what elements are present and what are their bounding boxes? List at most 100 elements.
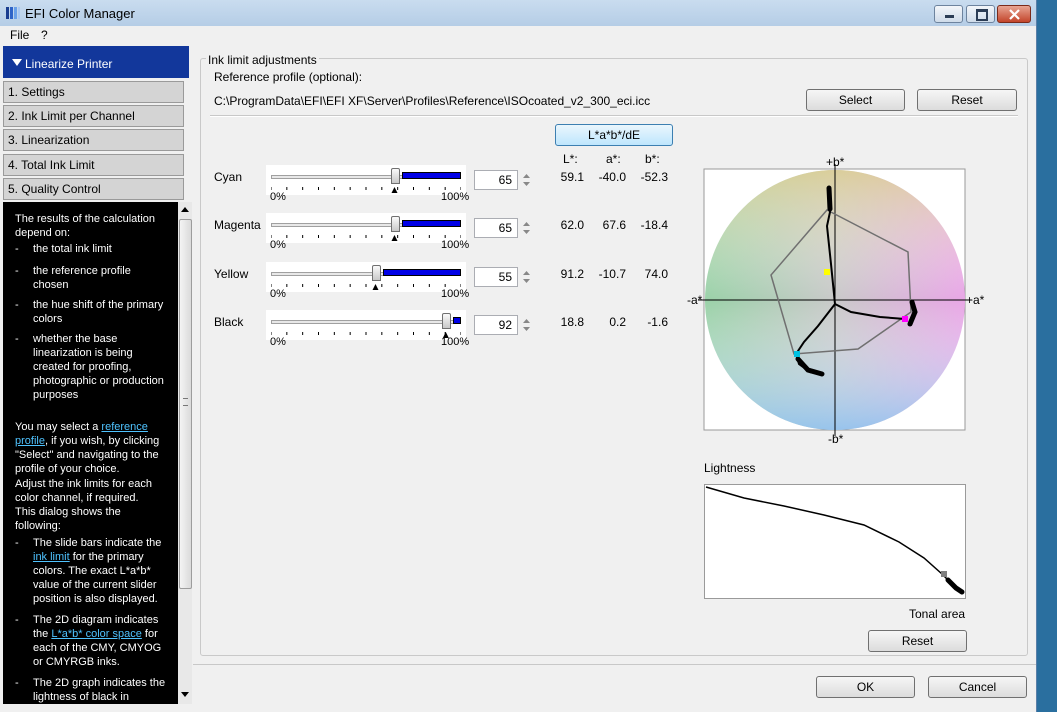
nav-item-total-ink-limit[interactable]: 4. Total Ink Limit	[3, 154, 184, 176]
cyan-a-value: -40.0	[598, 170, 626, 184]
slider-black[interactable]	[266, 310, 466, 340]
magenta-a-value: 67.6	[602, 218, 626, 232]
column-header-b: b*:	[645, 152, 660, 166]
maximize-icon	[976, 9, 988, 21]
slider-thumb[interactable]	[390, 168, 400, 184]
app-icon	[6, 7, 20, 19]
magenta-l-value: 62.0	[560, 218, 584, 232]
channel-label-magenta: Magenta	[214, 218, 261, 232]
minus-b-label: -b*	[828, 432, 844, 446]
black-value-input[interactable]: 92	[474, 315, 518, 335]
nav-item-label: 2. Ink Limit per Channel	[8, 109, 135, 123]
cyan-value-input[interactable]: 65	[474, 170, 518, 190]
maximize-button[interactable]	[966, 5, 995, 23]
menu-help[interactable]: ?	[41, 28, 48, 42]
black-a-value: 0.2	[609, 315, 626, 329]
scroll-thumb[interactable]	[179, 219, 192, 589]
help-intro: The results of the calculation depend on…	[15, 213, 156, 239]
channel-label-yellow: Yellow	[214, 267, 249, 281]
scroll-down-icon[interactable]	[181, 692, 189, 698]
yellow-a-value: -10.7	[598, 267, 626, 281]
nav-item-linearization[interactable]: 3. Linearization	[3, 129, 184, 151]
reference-profile-path: C:\ProgramData\EFI\EFI XF\Server\Profile…	[214, 94, 651, 108]
menu-bar: File ?	[0, 26, 1036, 44]
nav-header-linearize-printer[interactable]: Linearize Printer	[3, 46, 189, 78]
cyan-b-value: -52.3	[640, 170, 668, 184]
nav-item-label: 4. Total Ink Limit	[8, 158, 95, 172]
nav-item-quality-control[interactable]: 5. Quality Control	[3, 178, 184, 200]
help-paragraph-shows: This dialog shows the following:	[15, 506, 121, 532]
slider-min-label: 0%	[270, 288, 286, 300]
yellow-spinner-arrows-icon[interactable]	[520, 267, 533, 287]
magenta-value-input[interactable]: 65	[474, 218, 518, 238]
cyan-marker	[794, 351, 800, 357]
slider-thumb[interactable]	[371, 265, 381, 281]
slider-max-label: 100%	[441, 191, 470, 203]
scroll-up-icon[interactable]	[181, 206, 189, 212]
slider-max-label: 100%	[441, 288, 470, 300]
help-panel: The results of the calculation depend on…	[3, 202, 192, 704]
black-l-value: 18.8	[560, 315, 584, 329]
slider-max-label: 100%	[441, 336, 470, 348]
ink-limit-link[interactable]: ink limit	[33, 551, 70, 563]
ok-button[interactable]: OK	[816, 676, 915, 698]
cyan-spinner-arrows-icon[interactable]	[520, 170, 533, 190]
lab-de-button[interactable]: L*a*b*/dE	[555, 124, 673, 146]
slider-magenta[interactable]	[266, 213, 466, 243]
channel-label-cyan: Cyan	[214, 170, 243, 184]
nav-item-label: 3. Linearization	[8, 133, 90, 147]
lightness-marker	[941, 571, 947, 577]
magenta-b-value: -18.4	[640, 218, 668, 232]
yellow-l-value: 91.2	[560, 267, 584, 281]
black-b-value: -1.6	[647, 315, 668, 329]
minus-a-label: -a*	[687, 293, 703, 307]
slider-min-label: 0%	[270, 336, 286, 348]
help-scrollbar[interactable]	[178, 202, 192, 704]
nav-header-label: Linearize Printer	[25, 57, 113, 71]
slider-yellow[interactable]	[266, 262, 466, 292]
yellow-marker	[824, 269, 830, 275]
close-icon	[1009, 9, 1020, 20]
minimize-icon	[945, 15, 954, 18]
tonal-area-label: Tonal area	[909, 607, 966, 621]
channel-label-black: Black	[214, 315, 244, 329]
menu-file[interactable]: File	[10, 28, 29, 42]
dialog-client-area: Linearize Printer 1. Settings 2. Ink Lim…	[0, 44, 1036, 712]
column-header-l: L*:	[563, 152, 578, 166]
title-bar[interactable]: EFI Color Manager	[0, 0, 1036, 26]
yellow-b-value: 74.0	[644, 267, 668, 281]
help-paragraph-reference: You may select a reference profile, if y…	[15, 421, 160, 475]
lightness-graph	[704, 484, 966, 599]
black-spinner-arrows-icon[interactable]	[520, 315, 533, 335]
reference-profile-label: Reference profile (optional):	[214, 70, 363, 84]
nav-item-label: 5. Quality Control	[8, 182, 101, 196]
yellow-value-input[interactable]: 55	[474, 267, 518, 287]
lightness-label: Lightness	[704, 461, 756, 475]
magenta-spinner-arrows-icon[interactable]	[520, 218, 533, 238]
reset-lightness-button[interactable]: Reset	[868, 630, 967, 652]
cyan-l-value: 59.1	[560, 170, 584, 184]
close-button[interactable]	[997, 5, 1031, 23]
slider-cyan[interactable]	[266, 165, 466, 195]
plus-b-label: +b*	[826, 155, 845, 169]
window-title: EFI Color Manager	[25, 6, 135, 21]
nav-item-settings[interactable]: 1. Settings	[3, 81, 184, 103]
reset-reference-button[interactable]: Reset	[917, 89, 1017, 111]
nav-item-ink-limit[interactable]: 2. Ink Limit per Channel	[3, 105, 184, 127]
column-header-a: a*:	[606, 152, 621, 166]
footer-divider	[193, 664, 1036, 665]
slider-min-label: 0%	[270, 191, 286, 203]
slider-thumb[interactable]	[390, 216, 400, 232]
nav-item-label: 1. Settings	[8, 85, 65, 99]
divider	[210, 115, 1018, 117]
slider-thumb[interactable]	[441, 313, 451, 329]
cancel-button[interactable]: Cancel	[928, 676, 1027, 698]
slider-max-label: 100%	[441, 239, 470, 251]
expand-triangle-icon	[12, 59, 22, 66]
lab-diagram	[698, 164, 972, 436]
application-window: EFI Color Manager File ? Linearize Print…	[0, 0, 1037, 712]
magenta-marker	[902, 316, 908, 322]
select-button[interactable]: Select	[806, 89, 905, 111]
minimize-button[interactable]	[934, 5, 963, 23]
lab-color-space-link[interactable]: L*a*b* color space	[51, 628, 142, 640]
